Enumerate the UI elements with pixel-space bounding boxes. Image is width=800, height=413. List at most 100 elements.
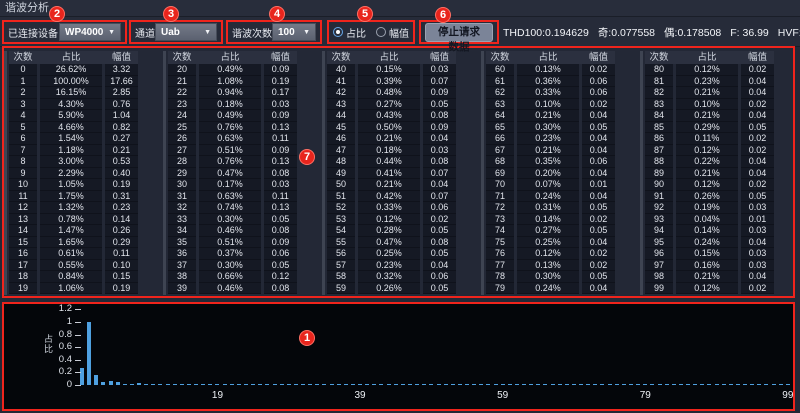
table-cell: 63	[486, 99, 514, 111]
y-axis-tick-mark	[75, 322, 81, 323]
table-cell: 0.04	[582, 168, 615, 180]
device-select[interactable]: WP4000 ▼	[59, 23, 121, 41]
table-cell: 0.33%	[358, 202, 420, 214]
table-cell: 0.05	[423, 283, 456, 295]
table-column: 占比0.13%0.36%0.33%0.10%0.21%0.30%0.23%0.2…	[517, 51, 579, 294]
order-value: 100	[278, 27, 295, 38]
table-cell: 0.10	[105, 260, 138, 272]
chart-bar	[230, 384, 234, 386]
chart-bar	[722, 384, 726, 386]
table-cell: 39	[168, 283, 196, 295]
table-cell: 0.05	[582, 122, 615, 134]
order-select[interactable]: 100 ▼	[272, 23, 316, 41]
table-cell: 7	[9, 145, 37, 157]
table-cell: 0.47%	[358, 237, 420, 249]
table-cell: 0.33%	[517, 87, 579, 99]
table-cell: 8	[9, 156, 37, 168]
table-column: 占比0.49%1.08%0.94%0.18%0.49%0.76%0.63%0.5…	[199, 51, 261, 294]
table-cell: 0.49%	[199, 64, 261, 76]
chart-bar	[515, 384, 519, 386]
table-cell: 67	[486, 145, 514, 157]
table-cell: 0.23%	[517, 133, 579, 145]
table-cell: 0.21%	[676, 168, 738, 180]
table-cell: 42	[327, 87, 355, 99]
table-cell: 43	[327, 99, 355, 111]
table-cell: 50	[327, 179, 355, 191]
table-scrollbar[interactable]	[640, 51, 643, 295]
table-group: 次数40414243444546474849505152535455565758…	[322, 51, 479, 295]
table-cell: 0.02	[741, 99, 774, 111]
radio-amplitude[interactable]: 幅值	[376, 25, 409, 40]
y-axis-tick-mark	[75, 385, 81, 386]
table-cell: 0.24%	[517, 191, 579, 203]
table-cell: 69	[486, 168, 514, 180]
table-cell: 0.02	[582, 64, 615, 76]
table-cell: 0.46%	[199, 283, 261, 295]
x-axis-tick-label: 79	[637, 390, 653, 401]
table-cell: 25	[168, 122, 196, 134]
table-cell: 0.15%	[676, 248, 738, 260]
table-cell: 87	[645, 145, 673, 157]
table-cell: 46	[327, 133, 355, 145]
y-axis-tick-label: 1.2	[46, 304, 72, 314]
order-label: 谐波次数	[232, 25, 272, 40]
chart-bar	[522, 384, 526, 386]
chart-bar	[665, 384, 669, 386]
table-cell: 93	[645, 214, 673, 226]
status-bar: THD100:0.194629奇:0.077558偶:0.178508F: 36…	[503, 25, 800, 40]
table-cell: 48	[327, 156, 355, 168]
chart-bar	[458, 384, 462, 386]
table-cell: 0.05	[582, 225, 615, 237]
table-cell: 91	[645, 191, 673, 203]
table-cell: 0.43%	[358, 110, 420, 122]
table-cell: 0.17	[264, 87, 297, 99]
y-axis-tick-mark	[75, 347, 81, 348]
table-cell: 0.21%	[676, 110, 738, 122]
table-cell: 82	[645, 87, 673, 99]
chart-bar	[387, 384, 391, 386]
chevron-down-icon: ▼	[303, 29, 310, 36]
table-cell: 0.39%	[358, 76, 420, 88]
table-cell: 0.09	[264, 64, 297, 76]
table-cell: 0.24%	[676, 237, 738, 249]
chart-bar	[294, 384, 298, 386]
table-cell: 71	[486, 191, 514, 203]
table-scrollbar[interactable]	[163, 51, 166, 295]
table-cell: 59	[327, 283, 355, 295]
table-cell: 0.12%	[676, 179, 738, 191]
chart-bar	[643, 384, 647, 386]
table-cell: 0.15%	[358, 64, 420, 76]
table-cell: 20	[168, 64, 196, 76]
table-cell: 32	[168, 202, 196, 214]
table-scrollbar[interactable]	[481, 51, 484, 295]
table-cell: 0.12%	[676, 64, 738, 76]
table-cell: 24	[168, 110, 196, 122]
chart-bar	[287, 384, 291, 386]
harmonics-table: 次数012345678910111213141516171819占比26.62%…	[2, 46, 795, 298]
table-column: 次数012345678910111213141516171819	[9, 51, 37, 294]
table-cell: 0.06	[264, 248, 297, 260]
table-cell: 0.06	[582, 87, 615, 99]
table-cell: 1.08%	[199, 76, 261, 88]
table-cell: 45	[327, 122, 355, 134]
table-cell: 0.12%	[676, 145, 738, 157]
chart-bar	[280, 384, 284, 386]
table-cell: 81	[645, 76, 673, 88]
table-scrollbar[interactable]	[4, 51, 7, 295]
table-cell: 0.61%	[40, 248, 102, 260]
chart-bar	[422, 384, 426, 386]
table-cell: 0.07	[423, 168, 456, 180]
table-scrollbar[interactable]	[322, 51, 325, 295]
table-cell: 0.13	[264, 156, 297, 168]
table-cell: 0.63%	[199, 191, 261, 203]
table-cell: 22	[168, 87, 196, 99]
channel-select[interactable]: Uab ▼	[155, 23, 217, 41]
chart-bar	[337, 384, 341, 386]
chart-bar	[415, 384, 419, 386]
table-cell: 51	[327, 191, 355, 203]
radio-ratio[interactable]: 占比	[333, 25, 366, 40]
chart-bar	[215, 384, 219, 386]
stop-request-button[interactable]: 停止请求数据	[425, 23, 493, 42]
table-cell: 0.02	[582, 99, 615, 111]
table-cell: 1.05%	[40, 179, 102, 191]
